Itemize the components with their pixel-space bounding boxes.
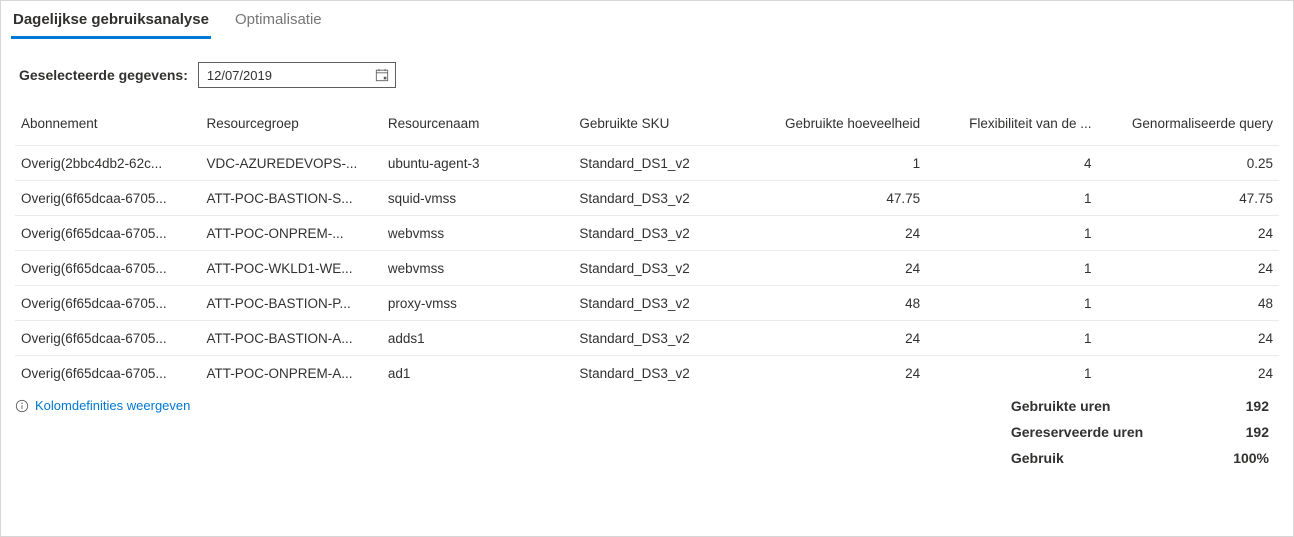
- cell-sku: Standard_DS3_v2: [573, 181, 734, 216]
- filter-row: Geselecteerde gegevens: 12/07/2019: [1, 40, 1293, 106]
- col-header-resource-group[interactable]: Resourcegroep: [200, 106, 381, 146]
- cell-resource-name: webvmss: [382, 216, 574, 251]
- table-wrap: Abonnement Resourcegroep Resourcenaam Ge…: [1, 106, 1293, 390]
- cell-normalized: 24: [1097, 251, 1279, 286]
- cell-resource-name: adds1: [382, 321, 574, 356]
- cell-resource-group: ATT-POC-BASTION-P...: [200, 286, 381, 321]
- usage-table: Abonnement Resourcegroep Resourcenaam Ge…: [15, 106, 1279, 390]
- summary-used-value: 192: [1233, 398, 1269, 414]
- footer-row: Kolomdefinities weergeven Gebruikte uren…: [1, 390, 1293, 478]
- date-picker[interactable]: 12/07/2019: [198, 62, 396, 88]
- summary-reserved-label: Gereserveerde uren: [1011, 424, 1143, 440]
- cell-normalized: 0.25: [1097, 146, 1279, 181]
- cell-resource-name: proxy-vmss: [382, 286, 574, 321]
- cell-flexibility: 1: [926, 321, 1097, 356]
- cell-quantity: 24: [735, 321, 927, 356]
- summary-block: Gebruikte uren 192 Gereserveerde uren 19…: [1011, 398, 1279, 466]
- date-picker-value: 12/07/2019: [207, 68, 272, 83]
- cell-resource-group: VDC-AZUREDEVOPS-...: [200, 146, 381, 181]
- cell-sku: Standard_DS3_v2: [573, 251, 734, 286]
- col-header-resource-name[interactable]: Resourcenaam: [382, 106, 574, 146]
- table-row[interactable]: Overig(6f65dcaa-6705...ATT-POC-ONPREM-A.…: [15, 356, 1279, 391]
- cell-normalized: 24: [1097, 356, 1279, 391]
- cell-flexibility: 4: [926, 146, 1097, 181]
- calendar-icon: [375, 68, 389, 82]
- cell-resource-name: webvmss: [382, 251, 574, 286]
- tab-bar: Dagelijkse gebruiksanalyse Optimalisatie: [1, 1, 1293, 40]
- column-definitions-link[interactable]: Kolomdefinities weergeven: [15, 398, 190, 413]
- cell-subscription: Overig(6f65dcaa-6705...: [15, 216, 200, 251]
- cell-subscription: Overig(6f65dcaa-6705...: [15, 251, 200, 286]
- tab-optimization[interactable]: Optimalisatie: [233, 1, 324, 39]
- cell-flexibility: 1: [926, 286, 1097, 321]
- cell-flexibility: 1: [926, 251, 1097, 286]
- cell-subscription: Overig(6f65dcaa-6705...: [15, 286, 200, 321]
- usage-panel: Dagelijkse gebruiksanalyse Optimalisatie…: [0, 0, 1294, 537]
- cell-sku: Standard_DS3_v2: [573, 216, 734, 251]
- cell-quantity: 1: [735, 146, 927, 181]
- cell-resource-name: ad1: [382, 356, 574, 391]
- cell-flexibility: 1: [926, 181, 1097, 216]
- cell-sku: Standard_DS3_v2: [573, 286, 734, 321]
- summary-usage-label: Gebruik: [1011, 450, 1143, 466]
- col-header-sku[interactable]: Gebruikte SKU: [573, 106, 734, 146]
- cell-resource-group: ATT-POC-BASTION-A...: [200, 321, 381, 356]
- cell-resource-group: ATT-POC-ONPREM-A...: [200, 356, 381, 391]
- cell-subscription: Overig(6f65dcaa-6705...: [15, 356, 200, 391]
- summary-used-label: Gebruikte uren: [1011, 398, 1143, 414]
- cell-resource-group: ATT-POC-WKLD1-WE...: [200, 251, 381, 286]
- table-body: Overig(2bbc4db2-62c...VDC-AZUREDEVOPS-..…: [15, 146, 1279, 391]
- cell-subscription: Overig(6f65dcaa-6705...: [15, 321, 200, 356]
- cell-flexibility: 1: [926, 216, 1097, 251]
- cell-resource-name: ubuntu-agent-3: [382, 146, 574, 181]
- col-header-normalized[interactable]: Genormaliseerde query: [1097, 106, 1279, 146]
- summary-usage-value: 100%: [1233, 450, 1269, 466]
- cell-normalized: 47.75: [1097, 181, 1279, 216]
- table-row[interactable]: Overig(6f65dcaa-6705...ATT-POC-WKLD1-WE.…: [15, 251, 1279, 286]
- column-definitions-label: Kolomdefinities weergeven: [35, 398, 190, 413]
- cell-flexibility: 1: [926, 356, 1097, 391]
- cell-quantity: 24: [735, 356, 927, 391]
- cell-sku: Standard_DS3_v2: [573, 321, 734, 356]
- col-header-quantity[interactable]: Gebruikte hoeveelheid: [735, 106, 927, 146]
- cell-sku: Standard_DS1_v2: [573, 146, 734, 181]
- table-row[interactable]: Overig(6f65dcaa-6705...ATT-POC-BASTION-P…: [15, 286, 1279, 321]
- cell-normalized: 24: [1097, 321, 1279, 356]
- info-icon: [15, 399, 29, 413]
- table-header-row: Abonnement Resourcegroep Resourcenaam Ge…: [15, 106, 1279, 146]
- col-header-subscription[interactable]: Abonnement: [15, 106, 200, 146]
- cell-quantity: 24: [735, 216, 927, 251]
- cell-sku: Standard_DS3_v2: [573, 356, 734, 391]
- table-row[interactable]: Overig(2bbc4db2-62c...VDC-AZUREDEVOPS-..…: [15, 146, 1279, 181]
- cell-quantity: 47.75: [735, 181, 927, 216]
- cell-normalized: 24: [1097, 216, 1279, 251]
- cell-resource-group: ATT-POC-ONPREM-...: [200, 216, 381, 251]
- table-row[interactable]: Overig(6f65dcaa-6705...ATT-POC-BASTION-A…: [15, 321, 1279, 356]
- cell-resource-group: ATT-POC-BASTION-S...: [200, 181, 381, 216]
- cell-subscription: Overig(6f65dcaa-6705...: [15, 181, 200, 216]
- tab-daily-usage[interactable]: Dagelijkse gebruiksanalyse: [11, 1, 211, 39]
- cell-normalized: 48: [1097, 286, 1279, 321]
- cell-resource-name: squid-vmss: [382, 181, 574, 216]
- table-row[interactable]: Overig(6f65dcaa-6705...ATT-POC-ONPREM-..…: [15, 216, 1279, 251]
- cell-quantity: 48: [735, 286, 927, 321]
- summary-reserved-value: 192: [1233, 424, 1269, 440]
- filter-label: Geselecteerde gegevens:: [19, 67, 188, 83]
- cell-subscription: Overig(2bbc4db2-62c...: [15, 146, 200, 181]
- table-row[interactable]: Overig(6f65dcaa-6705...ATT-POC-BASTION-S…: [15, 181, 1279, 216]
- col-header-flexibility[interactable]: Flexibiliteit van de ...: [926, 106, 1097, 146]
- cell-quantity: 24: [735, 251, 927, 286]
